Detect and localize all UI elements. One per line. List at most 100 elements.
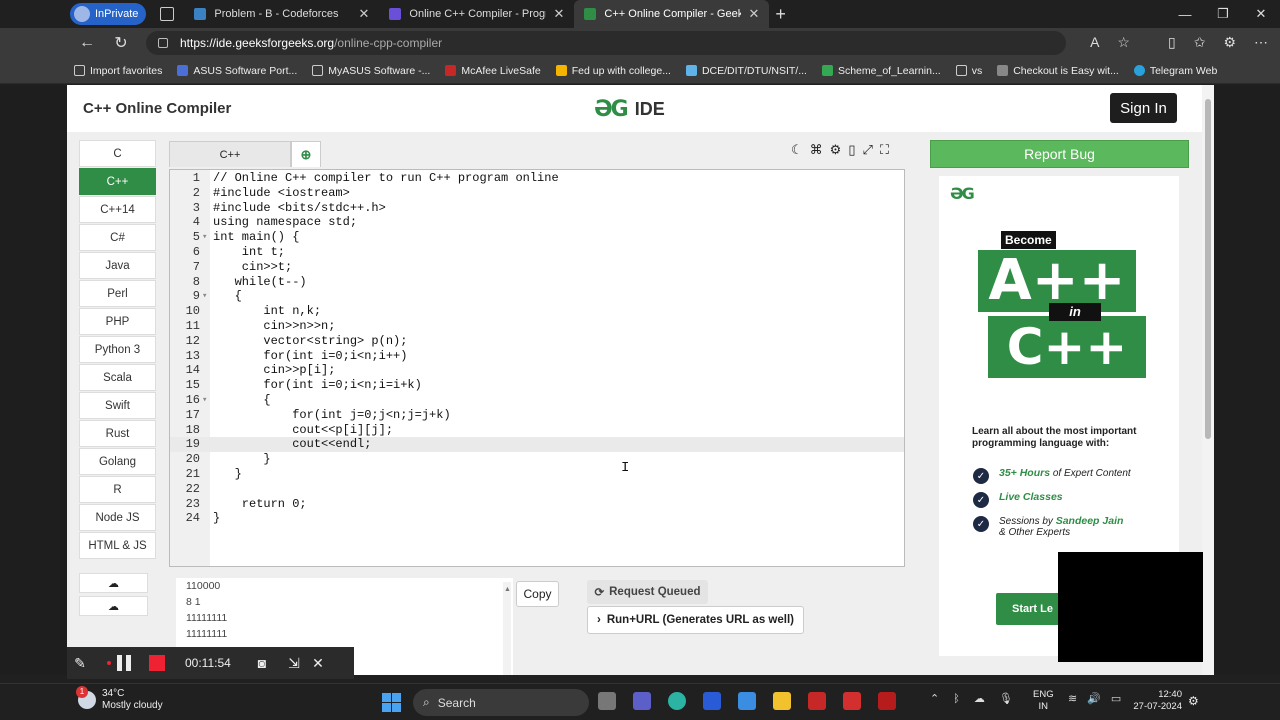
favorite-college[interactable]: Fed up with college... [555, 65, 671, 77]
split-screen-icon[interactable]: ▯ [1168, 34, 1176, 51]
favorite-star-icon[interactable]: ☆ [1117, 34, 1130, 51]
task-view-icon[interactable] [598, 692, 616, 710]
new-tab-icon[interactable]: + [775, 4, 786, 25]
code-line[interactable]: 21 } [170, 467, 904, 482]
taskbar-search[interactable]: ⌕ Search [413, 689, 589, 716]
report-bug-button[interactable]: Report Bug [930, 140, 1189, 168]
notification-icon[interactable]: ⚙ [1188, 694, 1199, 708]
pause-icon[interactable] [117, 655, 131, 671]
lang-php[interactable]: PHP [79, 308, 156, 335]
favorite-scheme[interactable]: Scheme_of_Learnin... [821, 65, 941, 77]
lang-scala[interactable]: Scala [79, 364, 156, 391]
code-line[interactable]: 22 [170, 482, 904, 497]
favorite-myasus[interactable]: MyASUS Software -... [312, 65, 430, 77]
file-explorer-icon[interactable] [773, 692, 791, 710]
output-scrollbar[interactable]: ▲ [503, 582, 511, 675]
code-line[interactable]: 24} [170, 511, 904, 526]
lang-perl[interactable]: Perl [79, 280, 156, 307]
start-learning-button[interactable]: Start Le [996, 593, 1066, 625]
lang-python3[interactable]: Python 3 [79, 336, 156, 363]
run-url-button[interactable]: › Run+URL (Generates URL as well) [587, 606, 804, 634]
close-tab-icon[interactable]: ✕ [554, 6, 565, 22]
recorder-app2-icon[interactable] [878, 692, 896, 710]
favorite-import[interactable]: Import favorites [74, 65, 162, 77]
lang-cpp14[interactable]: C++14 [79, 196, 156, 223]
code-line[interactable]: 17 for(int j=0;j<n;j=j+k) [170, 408, 904, 423]
favorite-vs[interactable]: vs [955, 65, 982, 77]
vscode-icon[interactable] [703, 692, 721, 710]
code-line[interactable]: 2 #include <iostream> [170, 186, 904, 201]
lang-golang[interactable]: Golang [79, 448, 156, 475]
close-recorder-icon[interactable]: ✕ [309, 655, 327, 672]
tab-actions-icon[interactable] [160, 7, 175, 21]
onedrive-icon[interactable]: ☁ [974, 692, 985, 705]
close-window-icon[interactable]: ✕ [1242, 0, 1280, 28]
lang-html-js[interactable]: HTML & JS [79, 532, 156, 559]
browser-tab-codeforces[interactable]: Problem - B - Codeforces ✕ [184, 0, 379, 28]
page-scrollbar[interactable] [1202, 85, 1214, 675]
battery-icon[interactable]: ▭ [1111, 692, 1121, 705]
lang-csharp[interactable]: C# [79, 224, 156, 251]
favorite-mcafee[interactable]: McAfee LiveSafe [445, 65, 541, 77]
favorite-asus-portal[interactable]: ASUS Software Port... [177, 65, 297, 77]
lang-rust[interactable]: Rust [79, 420, 156, 447]
fold-arrow-icon[interactable]: ▾ [202, 230, 207, 245]
gfg-logo[interactable]: ƏG IDE [594, 97, 665, 122]
chevron-up-icon[interactable]: ⌃ [930, 692, 939, 705]
code-line[interactable]: 5 ▾ int main() { [170, 230, 904, 245]
minimize-recorder-icon[interactable]: ⇲ [285, 655, 303, 672]
close-tab-icon[interactable]: ✕ [359, 6, 370, 22]
settings-icon[interactable]: ⚙ [830, 142, 842, 158]
code-line[interactable]: 13 for(int i=0;i<n;i++) [170, 349, 904, 364]
browser-tab-programiz[interactable]: Online C++ Compiler - Programi ✕ [379, 0, 574, 28]
code-line[interactable]: 7 cin>>t; [170, 260, 904, 275]
file-icon[interactable]: ▯ [848, 142, 855, 158]
add-tab-icon[interactable]: ⊕ [291, 141, 321, 167]
fold-arrow-icon[interactable]: ▾ [202, 289, 207, 304]
favorite-checkout[interactable]: Checkout is Easy wit... [997, 65, 1119, 77]
code-line[interactable]: 9 ▾ { [170, 289, 904, 304]
code-line[interactable]: 20 } [170, 452, 904, 467]
extensions-icon[interactable]: ⚙ [1223, 34, 1236, 51]
code-line[interactable]: 6 int t; [170, 245, 904, 260]
code-line[interactable]: 8 while(t--) [170, 275, 904, 290]
code-editor[interactable]: 1 // Online C++ compiler to run C++ progr… [169, 169, 905, 567]
minimize-icon[interactable]: — [1166, 0, 1204, 28]
fold-arrow-icon[interactable]: ▾ [202, 393, 207, 408]
fullscreen-icon[interactable]: ⛶ [880, 142, 889, 158]
lang-java[interactable]: Java [79, 252, 156, 279]
taskbar-clock[interactable]: 12:40 27-07-2024 [1130, 689, 1182, 713]
sign-in-button[interactable]: Sign In [1110, 93, 1177, 123]
bluetooth-icon[interactable]: ᛒ [953, 693, 960, 705]
cloud-download-icon[interactable]: ☁ [79, 573, 148, 593]
expand-icon[interactable]: ⤢ [862, 142, 872, 158]
lang-swift[interactable]: Swift [79, 392, 156, 419]
read-aloud-icon[interactable]: A [1090, 34, 1099, 51]
restore-icon[interactable]: ❐ [1204, 0, 1242, 28]
copy-button[interactable]: Copy [516, 581, 559, 607]
refresh-icon[interactable]: ↻ [104, 33, 138, 53]
cloud-upload-icon[interactable]: ☁ [79, 596, 148, 616]
lang-nodejs[interactable]: Node JS [79, 504, 156, 531]
volume-icon[interactable]: 🔊 [1087, 692, 1101, 705]
code-line[interactable]: 10 int n,k; [170, 304, 904, 319]
code-line[interactable]: 18 cout<<p[i][j]; [170, 423, 904, 438]
camera-icon[interactable]: ◙ [253, 655, 271, 671]
store-icon[interactable] [738, 692, 756, 710]
code-line[interactable]: 12 vector<string> p(n); [170, 334, 904, 349]
lang-c[interactable]: C [79, 140, 156, 167]
more-menu-icon[interactable]: ⋯ [1254, 34, 1268, 51]
code-line[interactable]: 1 // Online C++ compiler to run C++ progr… [170, 171, 904, 186]
code-line[interactable]: 11 cin>>n>>n; [170, 319, 904, 334]
edge-icon[interactable] [668, 692, 686, 710]
inprivate-indicator[interactable]: InPrivate [70, 3, 147, 25]
recorder-app-icon[interactable] [843, 692, 861, 710]
mcafee-icon[interactable] [808, 692, 826, 710]
lang-r[interactable]: R [79, 476, 156, 503]
lang-cpp[interactable]: C++ [79, 168, 156, 195]
start-button-icon[interactable] [382, 693, 401, 712]
scrollbar-thumb[interactable] [1205, 99, 1211, 439]
close-tab-icon[interactable]: ✕ [749, 6, 760, 22]
language-indicator[interactable]: ENG IN [1033, 689, 1054, 713]
code-line[interactable]: 16 ▾ { [170, 393, 904, 408]
